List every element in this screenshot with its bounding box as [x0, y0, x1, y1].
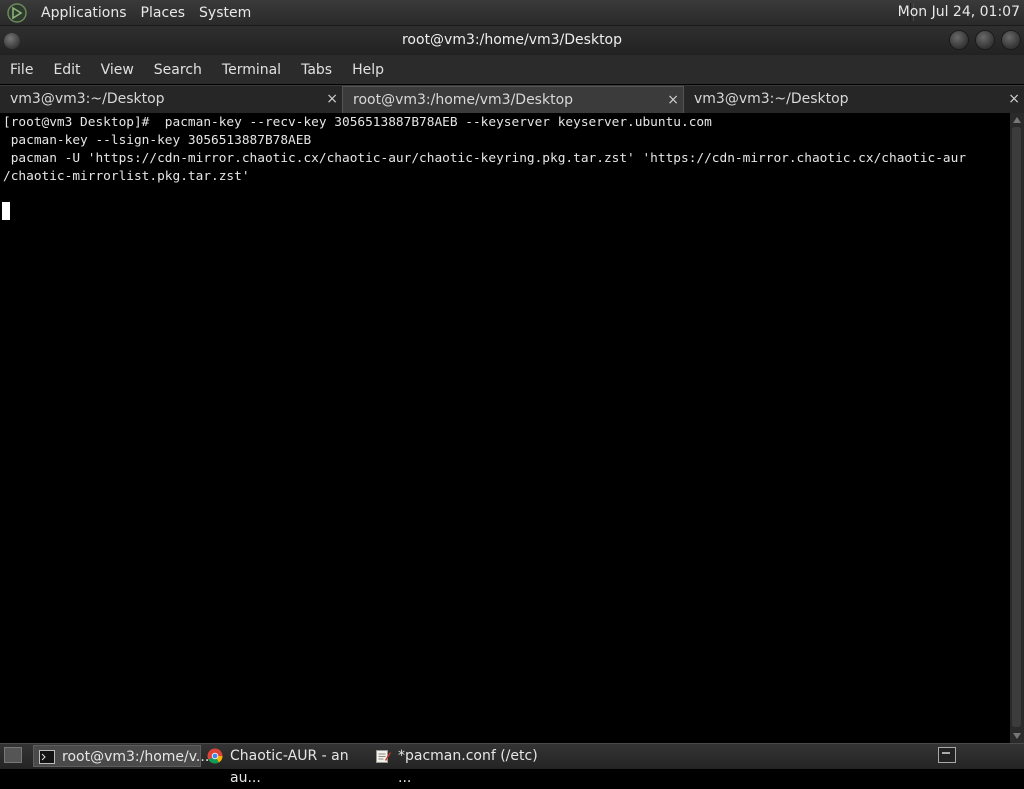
terminal-line: /chaotic-mirrorlist.pkg.tar.zst'	[3, 169, 250, 184]
task-text-editor[interactable]: *pacman.conf (/etc) ...	[370, 745, 540, 786]
terminal-scrollbar[interactable]	[1010, 113, 1024, 743]
clock[interactable]: Mon Jul 24, 01:07	[898, 4, 1020, 20]
menu-tabs[interactable]: Tabs	[291, 62, 342, 78]
menu-edit[interactable]: Edit	[43, 62, 90, 78]
minimize-button[interactable]	[950, 31, 968, 49]
menu-help[interactable]: Help	[342, 62, 394, 78]
menu-view[interactable]: View	[91, 62, 144, 78]
text-cursor	[2, 202, 10, 220]
task-terminal[interactable]: root@vm3:/home/v...	[33, 745, 209, 767]
applications-menu[interactable]: Applications	[34, 5, 134, 21]
close-window-button[interactable]	[1002, 31, 1020, 49]
tray-terminal-icon[interactable]	[938, 747, 956, 763]
task-label: *pacman.conf (/etc) ...	[398, 748, 538, 786]
terminal-line: pacman-key --lsign-key 3056513887B78AEB	[3, 133, 312, 148]
places-menu[interactable]: Places	[134, 5, 193, 21]
terminal-icon	[39, 750, 55, 764]
tab-2-active[interactable]: root@vm3:/home/vm3/Desktop ×	[342, 86, 684, 113]
maximize-button[interactable]	[976, 31, 994, 49]
bottom-taskbar: root@vm3:/home/v... Chaotic-AUR - an au.…	[0, 743, 1024, 786]
tab-close-icon[interactable]: ×	[1008, 86, 1020, 113]
tab-label: root@vm3:/home/vm3/Desktop	[353, 92, 574, 108]
menu-terminal[interactable]: Terminal	[212, 62, 291, 78]
chrome-icon	[207, 748, 223, 764]
distro-logo-icon[interactable]	[6, 2, 28, 24]
terminal-line: pacman -U 'https://cdn-mirror.chaotic.cx…	[3, 151, 967, 166]
tab-close-icon[interactable]: ×	[667, 87, 679, 114]
tab-bar: vm3@vm3:~/Desktop × root@vm3:/home/vm3/D…	[0, 85, 1024, 113]
menu-file[interactable]: File	[0, 62, 43, 78]
menu-bar: File Edit View Search Terminal Tabs Help	[0, 55, 1024, 84]
scroll-up-icon[interactable]	[1013, 117, 1021, 123]
task-chrome[interactable]: Chaotic-AUR - an au...	[202, 745, 370, 786]
show-desktop-icon[interactable]	[4, 747, 22, 763]
text-editor-icon	[376, 750, 391, 763]
tab-3[interactable]: vm3@vm3:~/Desktop ×	[684, 86, 1024, 113]
task-label: Chaotic-AUR - an au...	[230, 748, 349, 786]
menu-search[interactable]: Search	[144, 62, 212, 78]
terminal-line: [root@vm3 Desktop]# pacman-key --recv-ke…	[3, 115, 712, 130]
task-label: root@vm3:/home/v...	[62, 749, 210, 765]
top-panel: Applications Places System Mon Jul 24, 0…	[0, 0, 1024, 26]
scroll-down-icon[interactable]	[1013, 733, 1021, 739]
terminal-output[interactable]: [root@vm3 Desktop]# pacman-key --recv-ke…	[0, 113, 1010, 743]
system-menu[interactable]: System	[192, 5, 258, 21]
tab-close-icon[interactable]: ×	[326, 86, 338, 113]
window-title-bar[interactable]: root@vm3:/home/vm3/Desktop	[0, 26, 1024, 55]
tab-1[interactable]: vm3@vm3:~/Desktop ×	[0, 86, 342, 113]
scrollbar-thumb[interactable]	[1012, 127, 1021, 727]
window-title: root@vm3:/home/vm3/Desktop	[401, 32, 623, 48]
tab-label: vm3@vm3:~/Desktop	[10, 91, 165, 107]
window-menu-icon[interactable]	[4, 33, 20, 49]
tab-label: vm3@vm3:~/Desktop	[694, 91, 849, 107]
